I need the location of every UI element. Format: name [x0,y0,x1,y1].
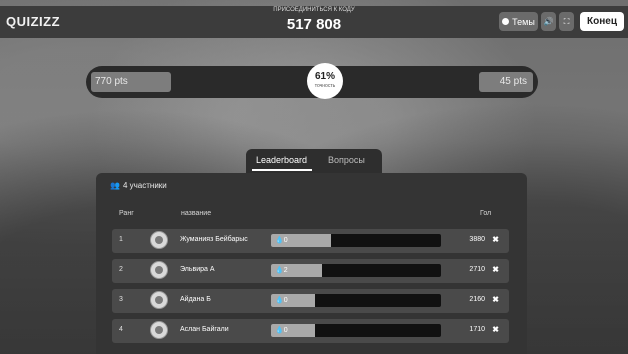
player-name: Айдана Б [180,296,211,303]
remove-player-button[interactable]: ✖ [492,235,499,244]
progress-track: 💧0 [271,234,441,247]
left-points: 770 pts [91,72,171,92]
fullscreen-icon: ⛶ [563,16,570,26]
avatar [150,231,168,249]
remove-player-button[interactable]: ✖ [492,265,499,274]
view-tabs: Leaderboard Вопросы [246,149,382,173]
player-score: 1710 [469,326,485,333]
player-name: Эльвира А [180,266,215,273]
participants-label: 4 участники [122,181,167,190]
player-score: 2160 [469,296,485,303]
row-rank: 3 [119,296,123,303]
progress-track: 💧0 [271,294,441,307]
player-score: 3880 [469,236,485,243]
fullscreen-button[interactable]: ⛶ [559,12,574,31]
leaderboard-row[interactable]: 2 Эльвира А 💧2 2710 ✖ [112,259,509,283]
column-score: Гол [480,210,492,217]
users-icon: 👥 [110,181,120,190]
participants-count: 👥 4 участники [110,181,167,190]
top-bar: QUIZIZZ ПРИСОЕДИНИТЬСЯ К КОДУ 517 808 Те… [0,6,628,38]
accuracy-indicator: 61% точность [307,63,343,99]
column-name: название [181,210,212,217]
streak-count: 💧0 [275,297,288,304]
row-rank: 4 [119,326,123,333]
right-points: 45 pts [479,72,533,92]
sound-button[interactable]: 🔊 [541,12,556,31]
themes-button[interactable]: Темы [499,12,538,31]
palette-icon [502,18,510,25]
end-button[interactable]: Конец [580,12,624,31]
accuracy-bar: 770 pts 61% точность 45 pts [86,63,538,99]
leaderboard-row[interactable]: 3 Айдана Б 💧0 2160 ✖ [112,289,509,313]
sound-icon: 🔊 [543,17,554,26]
leaderboard-row[interactable]: 4 Аслан Байгали 💧0 1710 ✖ [112,319,509,343]
leaderboard-row[interactable]: 1 Жуманияз Бейбарыс 💧0 3880 ✖ [112,229,509,253]
avatar [150,291,168,309]
progress-track: 💧0 [271,324,441,337]
accuracy-percent: 61% [314,71,335,82]
row-rank: 1 [119,236,123,243]
active-tab-indicator [252,169,312,171]
remove-player-button[interactable]: ✖ [492,295,499,304]
player-score: 2710 [469,266,485,273]
themes-label: Темы [512,16,535,27]
streak-count: 💧2 [275,267,288,274]
tab-questions[interactable]: Вопросы [328,155,365,165]
player-name: Жуманияз Бейбарыс [180,236,248,243]
row-rank: 2 [119,266,123,273]
streak-count: 💧0 [275,237,288,244]
tab-leaderboard[interactable]: Leaderboard [256,155,307,165]
column-rank: Ранг [119,210,134,217]
player-name: Аслан Байгали [180,326,229,333]
streak-count: 💧0 [275,327,288,334]
remove-player-button[interactable]: ✖ [492,325,499,334]
avatar [150,261,168,279]
leaderboard-panel: 👥 4 участники Ранг название Гол 1 Жумания… [96,173,527,354]
avatar [150,321,168,339]
progress-track: 💧2 [271,264,441,277]
accuracy-label: точность [314,83,336,89]
